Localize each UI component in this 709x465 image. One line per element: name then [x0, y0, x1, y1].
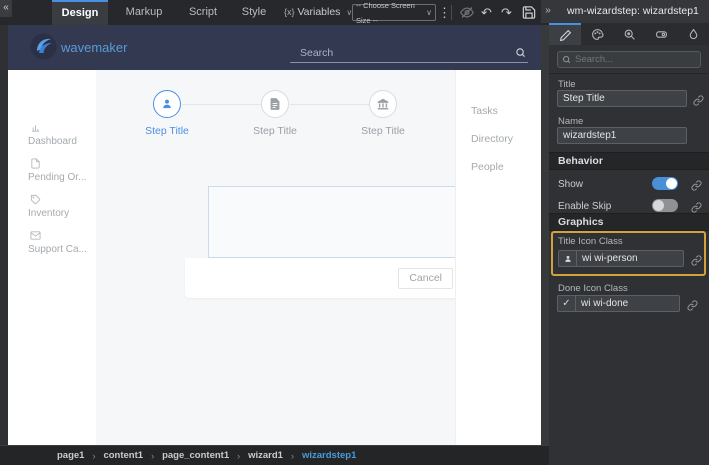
- undo-icon[interactable]: ↶: [481, 0, 492, 25]
- bind-link-icon[interactable]: [693, 93, 704, 106]
- nav-item-pending-orders[interactable]: Pending Or...: [28, 158, 96, 183]
- collapse-left-panel-button[interactable]: «: [0, 0, 12, 17]
- breadcrumb-wizardstep1[interactable]: wizardstep1: [302, 450, 356, 461]
- show-toggle-label: Show: [558, 179, 584, 190]
- brand-name: wavemaker: [61, 40, 128, 55]
- bind-link-icon[interactable]: [691, 200, 702, 213]
- breadcrumb: page1 › content1 › page_content1 › wizar…: [0, 445, 549, 465]
- wavemaker-logo-icon: [30, 33, 57, 60]
- divider: [549, 73, 709, 74]
- preview-search-field[interactable]: Search: [290, 45, 528, 63]
- tab-script[interactable]: Script: [178, 0, 228, 25]
- chevron-right-icon: ›: [237, 450, 241, 461]
- breadcrumb-page1[interactable]: page1: [57, 450, 84, 461]
- search-icon: [516, 48, 526, 58]
- wizard-step-2[interactable]: Step Title: [235, 90, 315, 137]
- document-icon: [270, 98, 280, 110]
- show-toggle[interactable]: [652, 177, 678, 190]
- tab-properties-pencil-icon[interactable]: [549, 23, 581, 45]
- chevron-right-icon: ›: [290, 450, 294, 461]
- chevron-right-icon: ›: [92, 450, 96, 461]
- collapsed-widgets-panel[interactable]: [0, 25, 8, 445]
- tab-theme-drop-icon[interactable]: [677, 23, 709, 45]
- title-field-input[interactable]: [557, 90, 687, 107]
- check-icon: ✓: [557, 295, 576, 312]
- toolbar-divider: [451, 5, 452, 20]
- envelope-icon: [30, 231, 41, 240]
- name-field-label: Name: [558, 116, 584, 127]
- search-placeholder: Search: [300, 47, 334, 59]
- inspector-tabbar: [549, 23, 709, 45]
- title-icon-class-input[interactable]: [577, 250, 684, 267]
- redo-icon[interactable]: ↷: [501, 0, 512, 25]
- highlighted-property-group: Title Icon Class: [551, 231, 706, 276]
- tab-markup[interactable]: Markup: [116, 0, 172, 25]
- nav-item-dashboard[interactable]: Dashboard: [28, 122, 96, 147]
- tag-icon: [30, 194, 41, 205]
- preview-left-nav: Dashboard Pending Or... Inventory Suppor…: [8, 70, 96, 445]
- nav-item-tasks[interactable]: Tasks: [471, 105, 498, 117]
- person-icon: [558, 250, 577, 267]
- screen-size-select[interactable]: -- Choose Screen Size -- ∨: [352, 1, 436, 25]
- preview-eye-off-icon[interactable]: [459, 5, 475, 20]
- tab-device-cam-icon[interactable]: [645, 23, 677, 45]
- bank-icon: [377, 98, 389, 110]
- breadcrumb-wizard1[interactable]: wizard1: [248, 450, 283, 461]
- tab-design[interactable]: Design: [52, 0, 108, 25]
- done-icon-class-input[interactable]: [576, 295, 680, 312]
- enable-skip-toggle[interactable]: [652, 199, 678, 212]
- chevron-down-icon: ∨: [426, 8, 432, 17]
- behavior-section-header[interactable]: Behavior: [549, 152, 709, 170]
- property-search-field[interactable]: [557, 51, 701, 68]
- tab-styles-palette-icon[interactable]: [581, 23, 613, 45]
- selected-widget-title: wm-wizardstep: wizardstep1: [549, 0, 709, 23]
- property-search-input[interactable]: [575, 54, 685, 65]
- search-icon: [563, 56, 571, 64]
- bind-link-icon[interactable]: [687, 298, 698, 311]
- breadcrumb-content1[interactable]: content1: [103, 450, 143, 461]
- more-options-icon[interactable]: ⋮: [438, 0, 451, 25]
- preview-right-nav: Tasks Directory People: [455, 70, 541, 445]
- chevron-right-icon: ›: [151, 450, 155, 461]
- graphics-section-header[interactable]: Graphics: [549, 213, 709, 231]
- nav-item-support-cases[interactable]: Support Ca...: [28, 230, 96, 255]
- design-canvas: wavemaker Search Dashboard Pending Or...…: [8, 25, 541, 445]
- person-icon: [163, 99, 171, 109]
- wizard-step-1[interactable]: Step Title: [127, 90, 207, 137]
- nav-item-inventory[interactable]: Inventory: [28, 194, 96, 219]
- tab-style[interactable]: Style: [232, 0, 276, 25]
- nav-item-people[interactable]: People: [471, 161, 504, 173]
- wavemaker-studio: « Design Markup Script Style {x} Variabl…: [0, 0, 709, 465]
- preview-main-content: Step Title Step Title Step Title Cancel: [96, 70, 528, 445]
- title-field-label: Title: [558, 79, 576, 90]
- properties-panel: wm-wizardstep: wizardstep1 » Search... T…: [541, 0, 709, 465]
- chart-icon: [31, 125, 40, 132]
- tab-search-gear-icon[interactable]: [613, 23, 645, 45]
- preview-app-header: wavemaker Search: [8, 25, 541, 70]
- panel-splitter[interactable]: [541, 25, 549, 445]
- cancel-button[interactable]: Cancel: [398, 268, 453, 289]
- variables-icon: {x}: [284, 7, 295, 17]
- enable-skip-toggle-label: Enable Skip: [558, 201, 612, 212]
- variables-button[interactable]: {x} Variables ∨: [284, 0, 352, 25]
- bind-link-icon[interactable]: [691, 253, 702, 266]
- wizard-step-3[interactable]: Step Title: [343, 90, 423, 137]
- name-field-input[interactable]: [557, 127, 687, 144]
- title-icon-class-label: Title Icon Class: [558, 236, 623, 247]
- nav-item-directory[interactable]: Directory: [471, 133, 513, 145]
- breadcrumb-page-content1[interactable]: page_content1: [162, 450, 229, 461]
- file-icon: [31, 158, 40, 169]
- top-toolbar: « Design Markup Script Style {x} Variabl…: [0, 0, 549, 25]
- expand-panel-button[interactable]: »: [541, 0, 555, 23]
- save-icon[interactable]: [521, 5, 537, 20]
- bind-link-icon[interactable]: [691, 178, 702, 191]
- done-icon-class-label: Done Icon Class: [558, 283, 628, 294]
